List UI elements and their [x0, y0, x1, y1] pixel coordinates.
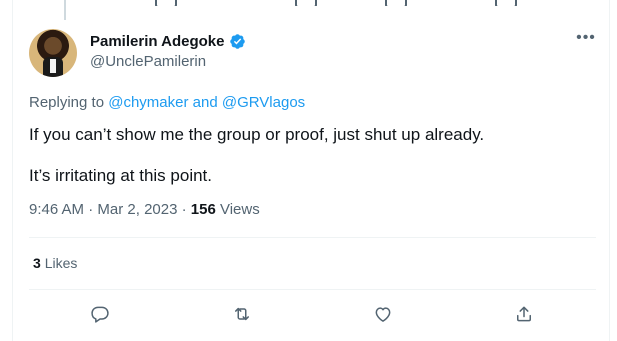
- retweet-button[interactable]: [230, 302, 254, 326]
- more-icon[interactable]: •••: [575, 30, 597, 50]
- replying-prefix: Replying to: [29, 94, 109, 111]
- reply-button[interactable]: [88, 302, 112, 326]
- meta-separator: ·: [88, 201, 98, 218]
- tweet-meta: 9:46 AM · Mar 2, 2023 · 156 Views: [29, 201, 260, 218]
- replying-joiner: and: [188, 94, 222, 111]
- like-icon: [375, 307, 391, 322]
- meta-separator: ·: [181, 201, 191, 218]
- tweet-paragraph: It’s irritating at this point.: [29, 166, 212, 185]
- likes-stat[interactable]: 3 Likes: [33, 255, 77, 271]
- divider: [29, 289, 596, 290]
- tweet-time[interactable]: 9:46 AM: [29, 201, 84, 218]
- tweet-text: If you can’t show me the group or proof,…: [29, 124, 589, 206]
- author-handle[interactable]: @UnclePamilerin: [90, 53, 206, 70]
- views-count: 156: [190, 201, 216, 218]
- avatar[interactable]: [29, 29, 77, 77]
- replying-to: Replying to @chymaker and @GRVlagos: [29, 94, 305, 111]
- likes-count[interactable]: 3: [33, 255, 41, 271]
- like-button[interactable]: [371, 302, 395, 326]
- retweet-icon: [235, 307, 249, 321]
- tweet-paragraph: If you can’t show me the group or proof,…: [29, 125, 485, 144]
- mention-link-grvlagos[interactable]: @GRVlagos: [222, 94, 305, 111]
- tweet-date[interactable]: Mar 2, 2023: [97, 201, 177, 218]
- author-name-row[interactable]: Pamilerin Adegoke: [90, 33, 246, 50]
- verified-badge-icon: [229, 34, 245, 49]
- avatar-shirt: [50, 59, 56, 73]
- reply-icon: [91, 306, 109, 323]
- mention-link-chymaker[interactable]: @chymaker: [108, 94, 188, 111]
- likes-label[interactable]: Likes: [45, 255, 78, 271]
- thread-connector-line: [64, 0, 66, 20]
- views-label: Views: [219, 201, 260, 218]
- share-button[interactable]: [512, 302, 536, 326]
- author-display-name[interactable]: Pamilerin Adegoke: [90, 33, 225, 50]
- share-icon: [517, 306, 531, 322]
- divider: [29, 237, 596, 238]
